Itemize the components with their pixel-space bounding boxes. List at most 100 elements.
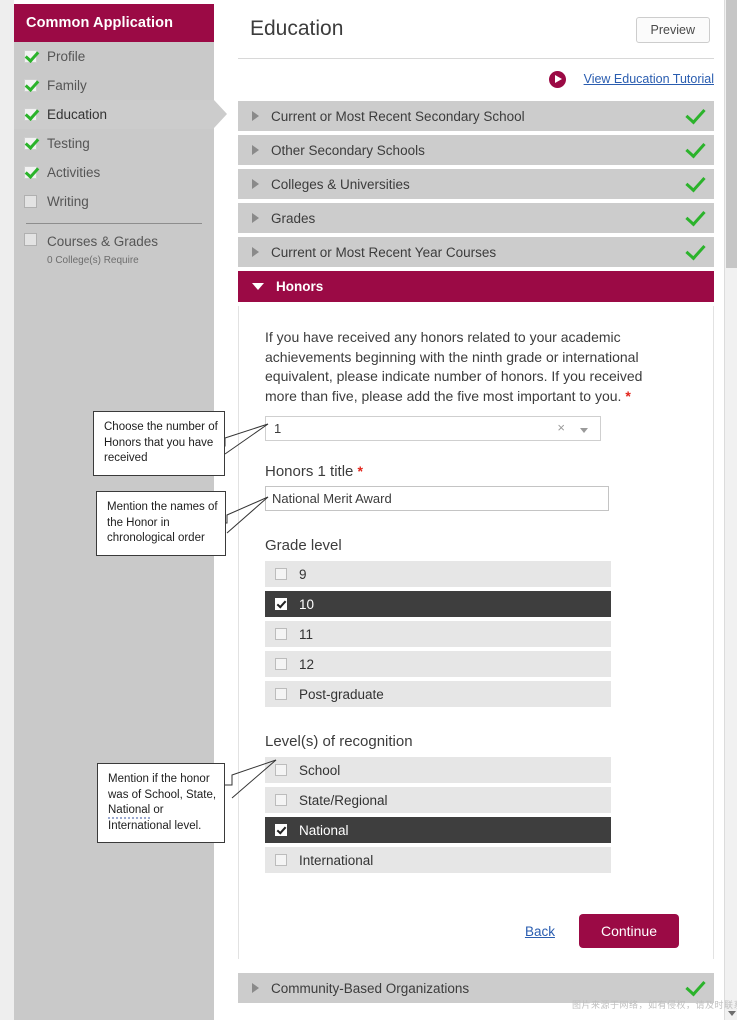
complete-check-icon	[685, 171, 706, 193]
option-label: National	[299, 822, 349, 838]
required-asterisk: *	[357, 463, 363, 479]
callout-line: Mention the names of	[107, 501, 218, 513]
checked-checkbox-icon[interactable]	[275, 598, 287, 610]
tutorial-row: View Education Tutorial	[238, 59, 714, 101]
sidebar-item-education[interactable]: Education	[14, 100, 227, 129]
accordion-label: Community-Based Organizations	[271, 980, 470, 996]
accordion-label: Grades	[271, 210, 316, 226]
play-circle-icon[interactable]	[549, 71, 566, 88]
empty-checkbox-icon	[24, 233, 37, 246]
callout-line: the Honor in	[107, 516, 170, 529]
callout-line: Choose the number of	[104, 421, 218, 433]
option-label: School	[299, 762, 341, 778]
sidebar-item-family[interactable]: Family	[14, 71, 214, 100]
grade-level-options: 9 10 11 12 Post-graduate	[265, 561, 611, 707]
checked-checkbox-icon[interactable]	[275, 824, 287, 836]
accordion-label: Colleges & Universities	[271, 176, 410, 192]
callout-honor-name: Mention the names of the Honor in chrono…	[96, 491, 226, 556]
grade-level-option-12[interactable]: 12	[265, 651, 611, 677]
option-label: State/Regional	[299, 792, 388, 808]
recognition-level-label: Level(s) of recognition	[265, 733, 413, 750]
scrollbar-thumb[interactable]	[726, 0, 737, 268]
accordion-section-honors[interactable]: Honors	[238, 271, 714, 302]
honors-title-input[interactable]	[265, 486, 609, 511]
empty-checkbox-icon[interactable]	[275, 658, 287, 670]
sidebar-item-label: Activities	[47, 165, 101, 180]
sidebar-item-testing[interactable]: Testing	[14, 129, 214, 158]
callout-leader-line-3	[218, 759, 277, 799]
option-label: International	[299, 852, 374, 868]
chevron-down-icon[interactable]	[580, 428, 588, 433]
page-scrollbar[interactable]	[724, 0, 737, 1020]
watermark-text: 图片来源于网络，如有侵权，请及时联系删除。	[572, 1001, 737, 1011]
sidebar-item-label: Family	[47, 78, 87, 93]
callout-recognition-level: Mention if the honor was of School, Stat…	[97, 763, 225, 843]
recognition-option-national[interactable]: National	[265, 817, 611, 843]
sidebar-item-writing[interactable]: Writing	[14, 187, 214, 216]
required-asterisk: *	[625, 387, 631, 404]
chevron-right-icon	[252, 145, 259, 155]
complete-check-icon	[685, 239, 706, 261]
grade-level-option-post-graduate[interactable]: Post-graduate	[265, 681, 611, 707]
chevron-right-icon	[252, 983, 259, 993]
view-education-tutorial-link[interactable]: View Education Tutorial	[584, 72, 714, 86]
empty-checkbox-icon	[24, 195, 37, 208]
accordion-label: Current or Most Recent Year Courses	[271, 244, 497, 260]
callout-line: International level.	[108, 819, 202, 832]
chevron-right-icon	[252, 179, 259, 189]
honors-intro-copy: If you have received any honors related …	[265, 329, 643, 404]
panel-spacer	[238, 959, 714, 973]
recognition-option-school[interactable]: School	[265, 757, 611, 783]
option-label: 11	[299, 626, 314, 642]
check-icon	[24, 108, 37, 121]
callout-line: received	[104, 452, 148, 464]
recognition-option-international[interactable]: International	[265, 847, 611, 873]
honors-panel-body: If you have received any honors related …	[238, 306, 714, 959]
complete-check-icon	[685, 205, 706, 227]
check-icon	[24, 137, 37, 150]
sidebar-divider	[26, 223, 202, 224]
empty-checkbox-icon[interactable]	[275, 688, 287, 700]
grade-level-option-9[interactable]: 9	[265, 561, 611, 587]
empty-checkbox-icon[interactable]	[275, 854, 287, 866]
accordion-section-colleges-universities[interactable]: Colleges & Universities	[238, 169, 714, 199]
accordion-section-current-secondary-school[interactable]: Current or Most Recent Secondary School	[238, 101, 714, 131]
callout-line: was of School, State,	[108, 788, 217, 801]
accordion-section-grades[interactable]: Grades	[238, 203, 714, 233]
complete-check-icon	[685, 103, 706, 125]
preview-button[interactable]: Preview	[635, 17, 710, 43]
sidebar-item-courses-and-grades[interactable]: Courses & Grades 0 College(s) Require	[14, 231, 214, 266]
left-edge-strip	[0, 0, 14, 1020]
honors-title-label: Honors 1 title *	[265, 463, 691, 480]
grade-level-label: Grade level	[265, 537, 342, 554]
accordion-section-other-secondary-schools[interactable]: Other Secondary Schools	[238, 135, 714, 165]
sidebar-nav-list: Profile Family Education Testing Activit…	[14, 42, 227, 266]
grade-level-option-11[interactable]: 11	[265, 621, 611, 647]
empty-checkbox-icon[interactable]	[275, 628, 287, 640]
chevron-right-icon	[252, 111, 259, 121]
sidebar-subitem-note: 0 College(s) Require	[47, 255, 139, 266]
check-icon	[24, 166, 37, 179]
callout-line: Mention if the honor	[108, 773, 210, 785]
back-link[interactable]: Back	[525, 924, 555, 939]
sidebar-item-label: Education	[47, 107, 108, 122]
honors-count-select[interactable]: 1 ×	[265, 416, 601, 441]
sidebar-item-profile[interactable]: Profile	[14, 42, 214, 71]
option-label: 12	[299, 656, 315, 672]
grade-level-option-10[interactable]: 10	[265, 591, 611, 617]
continue-button[interactable]: Continue	[578, 914, 679, 948]
clear-icon[interactable]: ×	[557, 420, 565, 435]
empty-checkbox-icon[interactable]	[275, 568, 287, 580]
page-header: Education Preview	[238, 0, 714, 59]
honors-intro-text: If you have received any honors related …	[265, 328, 677, 406]
check-icon	[24, 79, 37, 92]
callout-line: National or	[108, 803, 214, 819]
accordion-label: Honors	[276, 279, 324, 294]
option-label: 9	[299, 566, 307, 582]
accordion-label: Current or Most Recent Secondary School	[271, 108, 525, 124]
accordion-section-current-year-courses[interactable]: Current or Most Recent Year Courses	[238, 237, 714, 267]
recognition-level-options: School State/Regional National Internati…	[265, 757, 611, 873]
recognition-option-state-regional[interactable]: State/Regional	[265, 787, 611, 813]
sidebar-title: Common Application	[14, 4, 214, 42]
sidebar-item-activities[interactable]: Activities	[14, 158, 214, 187]
